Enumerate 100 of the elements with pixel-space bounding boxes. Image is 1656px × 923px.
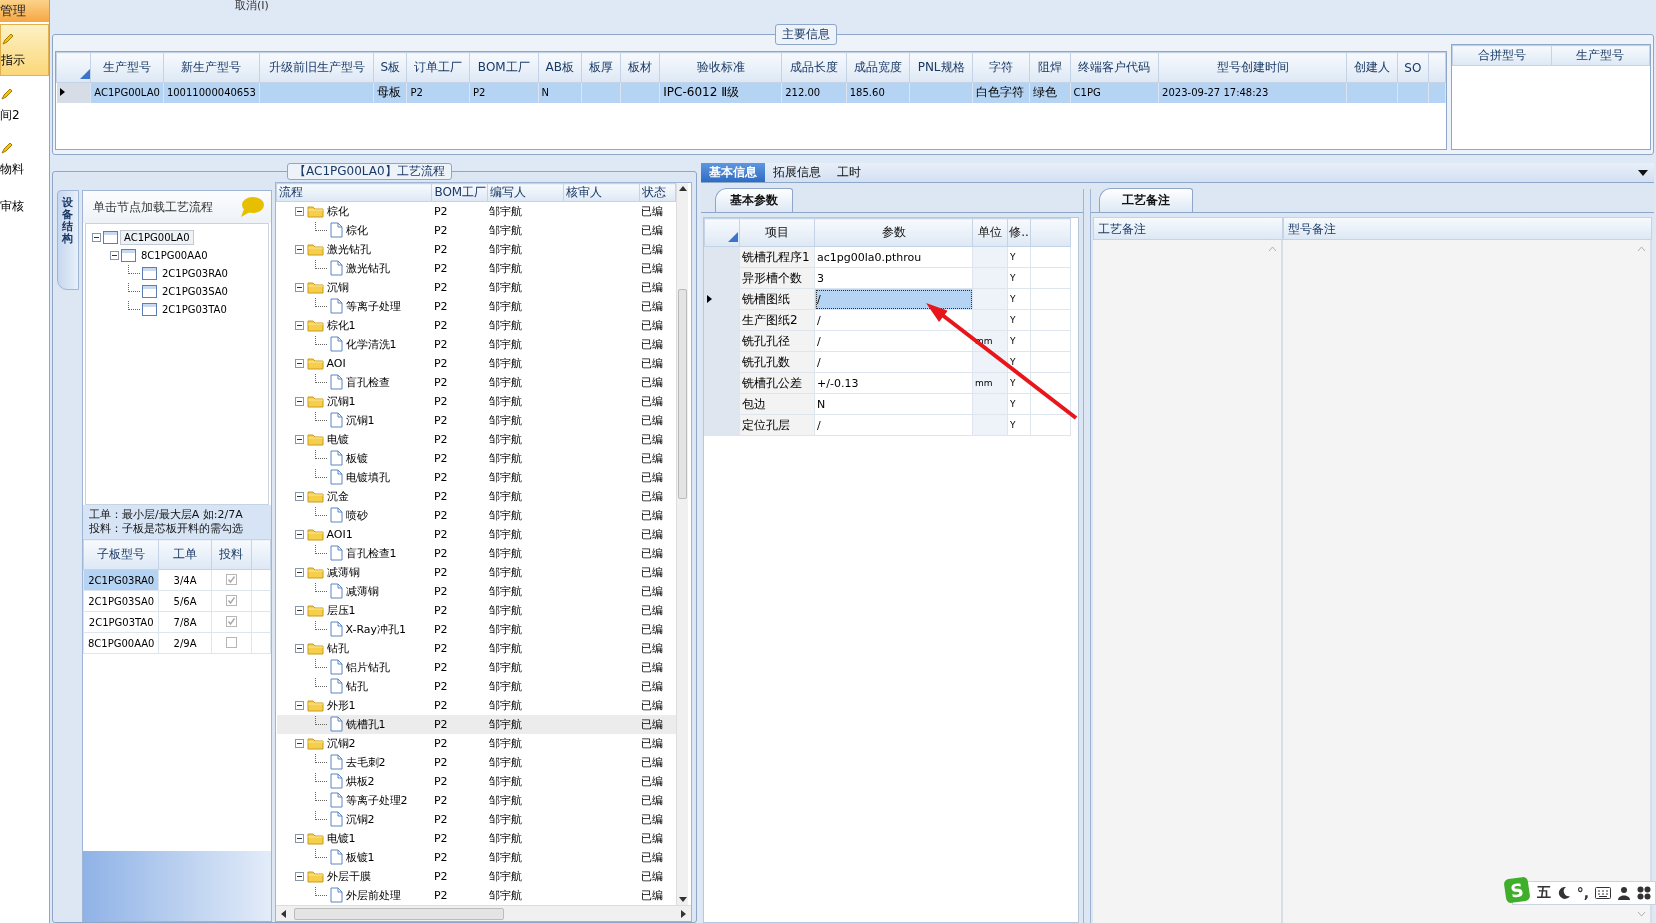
collapse-icon[interactable]: [294, 491, 304, 501]
column-header[interactable]: BOM工厂: [431, 183, 487, 202]
dropdown-icon[interactable]: [1638, 169, 1648, 176]
table-row[interactable]: 钻孔 P2 邹宇航 已编: [276, 676, 676, 696]
grid-icon[interactable]: [1637, 886, 1651, 900]
table-row[interactable]: 定位孔层 / Y: [704, 414, 1071, 436]
table-cell[interactable]: N: [814, 393, 973, 415]
column-header[interactable]: 项目: [739, 218, 815, 247]
column-header[interactable]: 阻焊: [1029, 52, 1071, 83]
column-header[interactable]: 投料: [211, 539, 252, 570]
table-row[interactable]: 盲孔检查1 P2 邹宇航 已编: [276, 543, 676, 563]
column-header[interactable]: S板: [373, 52, 407, 83]
table-row[interactable]: 板镀 P2 邹宇航 已编: [276, 448, 676, 468]
collapse-icon[interactable]: [294, 529, 304, 539]
collapse-icon[interactable]: [110, 250, 119, 260]
collapse-icon[interactable]: [294, 434, 304, 444]
table-row[interactable]: 沉铜2 P2 邹宇航 已编: [276, 733, 676, 753]
table-row[interactable]: 沉铜1 P2 邹宇航 已编: [276, 391, 676, 411]
column-header[interactable]: 板厚: [581, 52, 621, 83]
scroll-up-icon[interactable]: [678, 185, 687, 193]
collapse-icon[interactable]: [294, 700, 304, 710]
table-row[interactable]: 异形槽个数 3 Y: [704, 267, 1071, 289]
table-row[interactable]: 棕化1 P2 邹宇航 已编: [276, 315, 676, 335]
column-header[interactable]: 创建人: [1346, 52, 1398, 83]
tab[interactable]: 拓展信息: [765, 163, 829, 182]
column-header[interactable]: 修..: [1007, 218, 1031, 247]
select-all-icon[interactable]: [728, 232, 738, 242]
column-header[interactable]: 子板型号: [83, 539, 159, 570]
collapse-icon[interactable]: [294, 358, 304, 368]
table-row[interactable]: 铣槽图纸 / Y: [704, 288, 1071, 310]
table-row[interactable]: 喷砂 P2 邹宇航 已编: [276, 505, 676, 525]
table-row[interactable]: 外形1 P2 邹宇航 已编: [276, 695, 676, 715]
scroll-thumb[interactable]: [294, 907, 504, 920]
tab[interactable]: 工时: [829, 163, 869, 182]
table-cell[interactable]: 2C1PG03SA0: [83, 590, 159, 612]
collapse-icon[interactable]: [294, 871, 304, 881]
table-row[interactable]: 棕化 P2 邹宇航 已编: [276, 201, 676, 221]
table-row[interactable]: 铣槽孔1 P2 邹宇航 已编: [276, 714, 676, 734]
table-row[interactable]: 减薄铜 P2 邹宇航 已编: [276, 581, 676, 601]
table-cell[interactable]: /: [814, 414, 973, 436]
sidebar-item[interactable]: 审核: [0, 186, 49, 230]
column-header[interactable]: 单位: [972, 218, 1008, 247]
column-header[interactable]: 成品宽度: [846, 52, 910, 83]
table-row[interactable]: 铣槽孔公差 +/-0.13 mm Y: [704, 372, 1071, 394]
collapse-icon[interactable]: [294, 282, 304, 292]
column-header[interactable]: BOM工厂: [469, 52, 539, 83]
collapse-icon[interactable]: [294, 605, 304, 615]
column-header[interactable]: 型号创建时间: [1158, 52, 1347, 83]
scrollbar[interactable]: [276, 905, 691, 921]
table-row[interactable]: 激光钻孔 P2 邹宇航 已编: [276, 258, 676, 278]
table-row[interactable]: 去毛刺2 P2 邹宇航 已编: [276, 752, 676, 772]
table-row[interactable]: 电镀填孔 P2 邹宇航 已编: [276, 467, 676, 487]
checkbox[interactable]: [225, 594, 237, 606]
scroll-down-icon[interactable]: [678, 895, 687, 903]
table-row[interactable]: 沉铜1 P2 邹宇航 已编: [276, 410, 676, 430]
table-row[interactable]: 外层前处理 P2 邹宇航 已编: [276, 885, 676, 905]
side-tab[interactable]: 设备结构: [57, 190, 79, 290]
column-header[interactable]: 核审人: [563, 183, 640, 202]
collapse-icon[interactable]: [294, 244, 304, 254]
column-header[interactable]: 生产型号: [90, 52, 164, 83]
collapse-icon[interactable]: [294, 206, 304, 216]
column-header[interactable]: SO: [1397, 52, 1429, 83]
punctuation-toggle[interactable]: °,: [1576, 885, 1589, 901]
column-header[interactable]: 验收标准: [659, 52, 782, 83]
table-cell[interactable]: 2C1PG03RA0: [83, 569, 159, 591]
checkbox[interactable]: [225, 573, 237, 585]
table-row[interactable]: 生产图纸2 / Y: [704, 309, 1071, 331]
column-header[interactable]: AB板: [538, 52, 582, 83]
sidebar-item[interactable]: 指示: [0, 24, 49, 76]
input-mode[interactable]: 五: [1536, 884, 1551, 902]
table-row[interactable]: 减薄铜 P2 邹宇航 已编: [276, 562, 676, 582]
column-header[interactable]: 合拼型号: [1452, 45, 1551, 66]
tab[interactable]: 基本参数: [715, 188, 793, 212]
table-row[interactable]: AC1PG00LA0 10011000040653 母板 P2 P2 N IPC-6012 Ⅱ级 212.00 185.60 白色字符 绿色 C1PG 2023-09-27 17:48:23: [56, 82, 1446, 103]
toolbar-button[interactable]: 取消(I): [235, 0, 269, 12]
table-row[interactable]: AOI1 P2 邹宇航 已编: [276, 524, 676, 544]
table-row[interactable]: 等离子处理 P2 邹宇航 已编: [276, 296, 676, 316]
tree-node[interactable]: AC1PG00LA0: [120, 229, 194, 245]
column-header[interactable]: 订单工厂: [406, 52, 470, 83]
scroll-thumb[interactable]: [678, 289, 687, 499]
tree-node[interactable]: 8C1PG00AA0: [138, 248, 211, 262]
table-row[interactable]: 沉金 P2 邹宇航 已编: [276, 486, 676, 506]
column-header[interactable]: 板材: [620, 52, 660, 83]
table-row[interactable]: X-Ray冲孔1 P2 邹宇航 已编: [276, 619, 676, 639]
table-cell[interactable]: /: [814, 351, 973, 373]
table-row[interactable]: 铝片钻孔 P2 邹宇航 已编: [276, 657, 676, 677]
table-row[interactable]: 等离子处理2 P2 邹宇航 已编: [276, 790, 676, 810]
table-row[interactable]: 外层干膜 P2 邹宇航 已编: [276, 866, 676, 886]
column-header[interactable]: 流程: [276, 183, 432, 202]
table-row[interactable]: 铣槽孔程序1 ac1pg00la0.pthrou Y: [704, 246, 1071, 268]
table-cell[interactable]: 2C1PG03TA0: [83, 611, 159, 633]
collapse-icon[interactable]: [294, 567, 304, 577]
collapse-icon[interactable]: [294, 738, 304, 748]
collapse-icon[interactable]: [294, 320, 304, 330]
tree-node[interactable]: 2C1PG03RA0: [159, 266, 231, 280]
person-icon[interactable]: [1617, 886, 1631, 900]
table-cell[interactable]: +/-0.13: [814, 372, 973, 394]
column-header[interactable]: 编写人: [487, 183, 564, 202]
table-row[interactable]: 棕化 P2 邹宇航 已编: [276, 220, 676, 240]
column-header[interactable]: 升级前旧生产型号: [259, 52, 374, 83]
